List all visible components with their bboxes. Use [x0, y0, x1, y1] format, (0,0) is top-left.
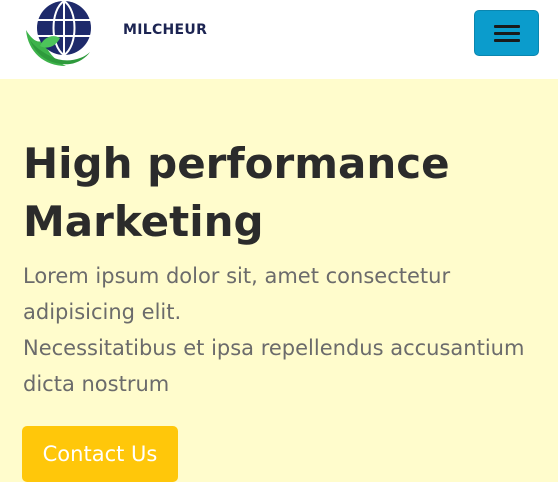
- hamburger-menu-icon: [493, 38, 520, 42]
- hero-description-line-2: Necessitatibus et ipsa repellendus accus…: [23, 336, 525, 396]
- navbar: MILCHEUR: [0, 0, 558, 79]
- hero-description: Lorem ipsum dolor sit, amet consectetur …: [23, 258, 543, 402]
- contact-us-button[interactable]: Contact Us: [22, 426, 178, 482]
- hamburger-menu-icon: [493, 24, 520, 28]
- hero-title: High performance Marketing: [23, 135, 543, 251]
- hero-title-line-2: Marketing: [23, 197, 264, 246]
- brand-logo[interactable]: MILCHEUR: [24, 0, 207, 70]
- hero-description-line-1: Lorem ipsum dolor sit, amet consectetur …: [23, 264, 451, 324]
- hamburger-menu-icon: [493, 31, 520, 35]
- menu-toggle-button[interactable]: [474, 10, 539, 56]
- brand-name: MILCHEUR: [123, 22, 208, 38]
- hero-section: High performance Marketing Lorem ipsum d…: [0, 79, 558, 482]
- hero-title-line-1: High performance: [23, 139, 450, 188]
- globe-leaf-logo-icon: [24, 0, 100, 70]
